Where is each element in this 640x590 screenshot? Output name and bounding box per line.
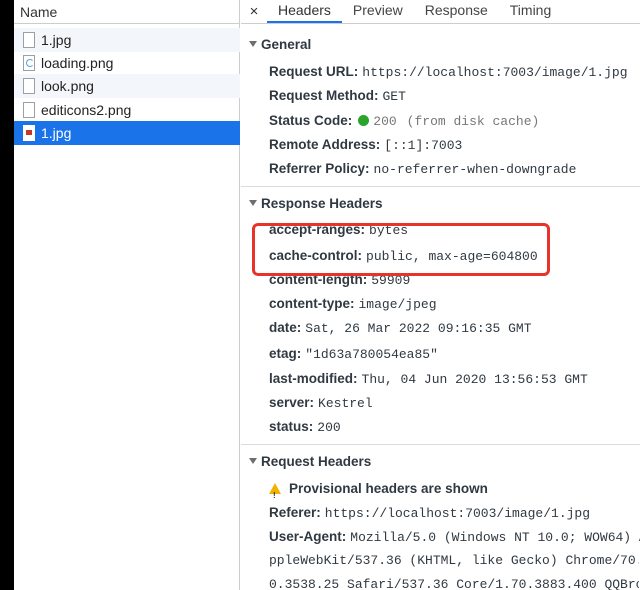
header-key: last-modified: bbox=[269, 371, 358, 386]
header-key: Referrer Policy: bbox=[269, 161, 370, 176]
tab-headers[interactable]: Headers bbox=[267, 0, 342, 23]
request-list-panel: Name 1.jpg loading.png look.png editicon… bbox=[14, 0, 240, 590]
request-row[interactable]: look.png bbox=[14, 74, 240, 98]
header-key: content-type: bbox=[269, 296, 355, 311]
header-value[interactable]: [::1]:7003 bbox=[384, 138, 462, 153]
status-note: (from disk cache) bbox=[406, 114, 540, 129]
request-name: editicons2.png bbox=[41, 102, 132, 118]
header-value[interactable]: 200 bbox=[317, 420, 340, 435]
general-title: General bbox=[261, 36, 312, 52]
response-header-row: last-modified: Thu, 04 Jun 2020 13:56:53 … bbox=[269, 367, 588, 391]
request-name: look.png bbox=[41, 78, 94, 94]
header-value[interactable]: 200 bbox=[373, 114, 396, 129]
response-header-row: date: Sat, 26 Mar 2022 09:16:35 GMT bbox=[269, 316, 532, 340]
details-tabbar: × Headers Preview Response Timing bbox=[241, 0, 640, 24]
response-header-row: etag: "1d63a780054ea85" bbox=[269, 342, 438, 366]
file-icon bbox=[23, 32, 35, 48]
black-strip bbox=[0, 0, 14, 590]
loading-image-icon bbox=[23, 55, 35, 71]
warning-icon bbox=[269, 483, 281, 508]
header-value[interactable]: Sat, 26 Mar 2022 09:16:35 GMT bbox=[305, 321, 531, 336]
request-name: loading.png bbox=[41, 55, 114, 71]
response-header-row: status: 200 bbox=[269, 415, 341, 439]
user-agent-continued[interactable]: 0.3538.25 Safari/537.36 Core/1.70.3883.4… bbox=[269, 573, 639, 590]
general-row: Remote Address: [::1]:7003 bbox=[269, 133, 462, 157]
triangle-down-icon bbox=[249, 41, 257, 47]
header-key: date: bbox=[269, 320, 302, 335]
status-ok-icon bbox=[358, 115, 370, 126]
request-header-row: User-Agent: Mozilla/5.0 (Windows NT 10.0;… bbox=[269, 525, 640, 549]
request-row[interactable]: editicons2.png bbox=[14, 98, 240, 122]
image-icon bbox=[23, 125, 35, 141]
header-key: Remote Address: bbox=[269, 137, 381, 152]
triangle-down-icon bbox=[249, 200, 257, 206]
header-key: status: bbox=[269, 419, 314, 434]
header-key: Referer: bbox=[269, 505, 321, 520]
header-value[interactable]: GET bbox=[383, 89, 406, 104]
triangle-down-icon bbox=[249, 458, 257, 464]
header-value[interactable]: Thu, 04 Jun 2020 13:56:53 GMT bbox=[362, 372, 588, 387]
header-key: etag: bbox=[269, 346, 302, 361]
general-row: Status Code: 200 (from disk cache) bbox=[269, 109, 539, 133]
file-icon bbox=[23, 102, 35, 118]
header-value[interactable]: "1d63a780054ea85" bbox=[305, 347, 438, 362]
header-value[interactable]: image/jpeg bbox=[359, 297, 437, 312]
header-key: server: bbox=[269, 395, 315, 410]
header-key: Request Method: bbox=[269, 88, 379, 103]
details-panel: × Headers Preview Response Timing Genera… bbox=[241, 0, 640, 590]
header-value[interactable]: https://localhost:7003/image/1.jpg bbox=[362, 65, 627, 80]
header-value[interactable]: Mozilla/5.0 (Windows NT 10.0; WOW64) A bbox=[350, 530, 640, 545]
header-key: User-Agent: bbox=[269, 529, 347, 544]
header-value[interactable]: no-referrer-when-downgrade bbox=[374, 162, 577, 177]
request-name: 1.jpg bbox=[41, 32, 72, 48]
response-headers-toggle[interactable]: Response Headers bbox=[241, 190, 383, 216]
request-row[interactable]: 1.jpg bbox=[14, 28, 240, 52]
provisional-warning: Provisional headers are shown bbox=[269, 477, 488, 508]
general-row: Referrer Policy: no-referrer-when-downgra… bbox=[269, 157, 576, 181]
general-row: Request URL: https://localhost:7003/image… bbox=[269, 60, 628, 84]
tab-preview[interactable]: Preview bbox=[342, 0, 414, 23]
response-header-row: server: Kestrel bbox=[269, 391, 373, 415]
user-agent-continued[interactable]: ppleWebKit/537.36 (KHTML, like Gecko) Ch… bbox=[269, 549, 639, 573]
response-headers-title: Response Headers bbox=[261, 195, 383, 211]
response-header-row: content-type: image/jpeg bbox=[269, 292, 437, 316]
request-headers-toggle[interactable]: Request Headers bbox=[241, 448, 371, 474]
request-row[interactable]: loading.png bbox=[14, 51, 240, 75]
highlight-box bbox=[252, 223, 550, 276]
section-divider bbox=[241, 444, 640, 445]
request-name: 1.jpg bbox=[41, 125, 72, 141]
header-value[interactable]: Kestrel bbox=[318, 396, 373, 411]
warning-text: Provisional headers are shown bbox=[289, 481, 488, 496]
header-key: Status Code: bbox=[269, 113, 353, 128]
request-row-selected[interactable]: 1.jpg bbox=[14, 121, 240, 145]
close-icon[interactable]: × bbox=[241, 0, 267, 23]
general-section-toggle[interactable]: General bbox=[241, 31, 311, 57]
header-key: Request URL: bbox=[269, 64, 359, 79]
section-divider bbox=[241, 186, 640, 187]
file-icon bbox=[23, 78, 35, 94]
request-headers-title: Request Headers bbox=[261, 453, 372, 469]
tab-timing[interactable]: Timing bbox=[499, 0, 563, 23]
general-row: Request Method: GET bbox=[269, 84, 406, 108]
header-value[interactable]: https://localhost:7003/image/1.jpg bbox=[325, 506, 590, 521]
name-column-header[interactable]: Name bbox=[14, 0, 239, 24]
request-header-row: Referer: https://localhost:7003/image/1.j… bbox=[269, 501, 590, 525]
tab-response[interactable]: Response bbox=[414, 0, 499, 23]
